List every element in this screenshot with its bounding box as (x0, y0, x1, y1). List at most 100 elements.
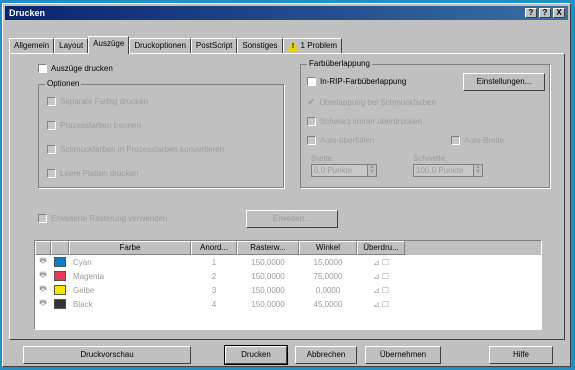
print-preview-button[interactable]: Druckvorschau (23, 346, 191, 364)
halftone-row[interactable]: Erweiterte Rasterung verwenden (38, 214, 168, 223)
frequency: 150,0000 (251, 285, 285, 295)
swatch (51, 257, 69, 267)
header-swatch-col[interactable] (51, 241, 69, 255)
in-rip-trapping-row[interactable]: In-RIP-Farbüberlappung (307, 77, 406, 86)
in-rip-trapping-label: In-RIP-Farbüberlappung (320, 77, 407, 86)
trap-option-checkbox-3[interactable] (307, 136, 316, 145)
trap-option-label-1: Überlappung bei Schmuckfarben (319, 98, 436, 107)
tab-layout[interactable]: Layout (54, 38, 89, 54)
option-row-2[interactable]: Prozessfarben trennen (47, 121, 141, 130)
tab-problem-label: 1 Problem (300, 41, 337, 50)
separations-panel: Auszüge drucken Optionen Separate Farbig… (9, 53, 565, 340)
in-rip-trapping-checkbox[interactable] (307, 77, 316, 86)
table-row[interactable]: 🖶 Magenta 2 150,0000 75,0000 ⊿ ☐ (35, 269, 541, 283)
overprint-icon[interactable]: ⊿ ☐ (357, 300, 405, 309)
window-title: Drucken (9, 8, 46, 18)
tab-allgemein[interactable]: Allgemein (9, 38, 55, 54)
tab-problem[interactable]: ! 1 Problem (282, 38, 342, 54)
color-swatch (54, 257, 66, 267)
angle: 45,0000 (313, 299, 343, 309)
header-overprint[interactable]: Überdru... (357, 241, 405, 255)
print-icon[interactable]: 🖶 (35, 269, 51, 283)
help-title-button[interactable]: ? (525, 8, 537, 18)
order: 3 (211, 285, 217, 295)
option-checkbox-2[interactable] (47, 121, 56, 130)
table-row[interactable]: 🖶 Cyan 1 150,0000 15,0000 ⊿ ☐ (35, 255, 541, 269)
threshold-label: Schwelle: (413, 154, 448, 163)
context-help-button[interactable]: ? (539, 8, 551, 18)
trap-option-row-1[interactable]: ✔ Überlappung bei Schmuckfarben (307, 98, 436, 108)
swatch (51, 285, 69, 295)
trap-settings-button[interactable]: Einstellungen... (463, 73, 545, 91)
close-button[interactable]: X (553, 8, 565, 18)
option-checkbox-4[interactable] (47, 169, 56, 178)
color-swatch (54, 299, 66, 309)
header-angle[interactable]: Winkel (299, 241, 357, 255)
table-row[interactable]: 🖶 Gelbe 3 150,0000 0,0000 ⊿ ☐ (35, 283, 541, 297)
trapping-group-label: Farbüberlappung (307, 59, 372, 68)
cancel-button[interactable]: Abbrechen (295, 346, 357, 364)
order: 2 (211, 271, 217, 281)
print-separations-checkbox[interactable] (38, 64, 47, 73)
option-label-1: Separate Farbig drucken (60, 97, 149, 106)
overprint-icon[interactable]: ⊿ ☐ (357, 272, 405, 281)
overprint-icon[interactable]: ⊿ ☐ (357, 286, 405, 295)
threshold-spin-arrows-icon[interactable]: ▲ ▼ (473, 164, 482, 176)
halftone-advanced-button[interactable]: Erweitert... (246, 210, 338, 228)
option-label-4: Leere Platten drucken (60, 169, 139, 178)
tab-strip: Allgemein Layout Auszüge Druckoptionen P… (9, 36, 342, 54)
print-icon[interactable]: 🖶 (35, 283, 51, 297)
option-checkbox-1[interactable] (47, 97, 56, 106)
threshold-field[interactable]: 100,0 Punkte ▲ ▼ (413, 164, 483, 177)
help-button[interactable]: Hilfe (489, 346, 553, 364)
print-separations-row[interactable]: Auszüge drucken (38, 64, 113, 73)
halftone-checkbox[interactable] (38, 214, 47, 223)
halftone-label: Erweiterte Rasterung verwenden (51, 214, 168, 223)
option-row-1[interactable]: Separate Farbig drucken (47, 97, 148, 106)
frequency: 150,0000 (251, 257, 285, 267)
color-name: Magenta (73, 271, 105, 281)
print-button[interactable]: Drucken (224, 345, 288, 365)
print-icon[interactable]: 🖶 (35, 297, 51, 311)
color-name: Gelbe (73, 285, 95, 295)
trap-option-row-2[interactable]: Schwarz immer überdrucken (307, 117, 422, 126)
trap-option-label-4: Auto-Breite (464, 136, 505, 145)
option-row-3[interactable]: Schmuckfarben in Prozessfarben konvertie… (47, 145, 224, 154)
angle: 75,0000 (313, 271, 343, 281)
table-header: Farbe Anord... Rasterw... Winkel Überdru… (35, 241, 541, 255)
trap-option-checkbox-2[interactable] (307, 117, 316, 126)
frequency: 150,0000 (251, 299, 285, 309)
tab-sonstiges[interactable]: Sonstiges (237, 38, 283, 54)
option-label-2: Prozessfarben trennen (60, 121, 141, 130)
angle: 15,0000 (313, 257, 343, 267)
print-icon[interactable]: 🖶 (35, 255, 51, 269)
header-color[interactable]: Farbe (69, 241, 191, 255)
apply-button[interactable]: Übernehmen (365, 346, 441, 364)
table-row[interactable]: 🖶 Black 4 150,0000 45,0000 ⊿ ☐ (35, 297, 541, 311)
color-swatch (54, 271, 66, 281)
trap-option-checkbox-4[interactable] (451, 136, 460, 145)
overprint-icon[interactable]: ⊿ ☐ (357, 258, 405, 267)
option-label-3: Schmuckfarben in Prozessfarben konvertie… (60, 145, 225, 154)
option-row-4[interactable]: Leere Platten drucken (47, 169, 138, 178)
swatch (51, 299, 69, 309)
header-print-col[interactable] (35, 241, 51, 255)
option-checkbox-3[interactable] (47, 145, 56, 154)
width-spin-arrows-icon[interactable]: ▲ ▼ (367, 164, 376, 176)
width-value: 0,0 Punkte (314, 166, 353, 175)
print-separations-label: Auszüge drucken (51, 64, 113, 73)
header-order[interactable]: Anord... (191, 241, 237, 255)
width-label: Breite: (311, 154, 335, 163)
width-field[interactable]: 0,0 Punkte ▲ ▼ (311, 164, 377, 177)
frequency: 150,0000 (251, 271, 285, 281)
angle: 0,0000 (315, 285, 341, 295)
threshold-value: 100,0 Punkte (416, 166, 464, 175)
options-group-label: Optionen (45, 79, 82, 88)
trap-option-row-3[interactable]: Auto-überfüllen (307, 136, 374, 145)
tab-druckoptionen[interactable]: Druckoptionen (129, 38, 191, 54)
title-bar: Drucken ? ? X (5, 6, 568, 20)
header-frequency[interactable]: Rasterw... (237, 241, 299, 255)
tab-postscript[interactable]: PostScript (190, 38, 238, 54)
trap-option-row-4[interactable]: Auto-Breite (451, 136, 504, 145)
tab-auszuege[interactable]: Auszüge (88, 36, 130, 54)
